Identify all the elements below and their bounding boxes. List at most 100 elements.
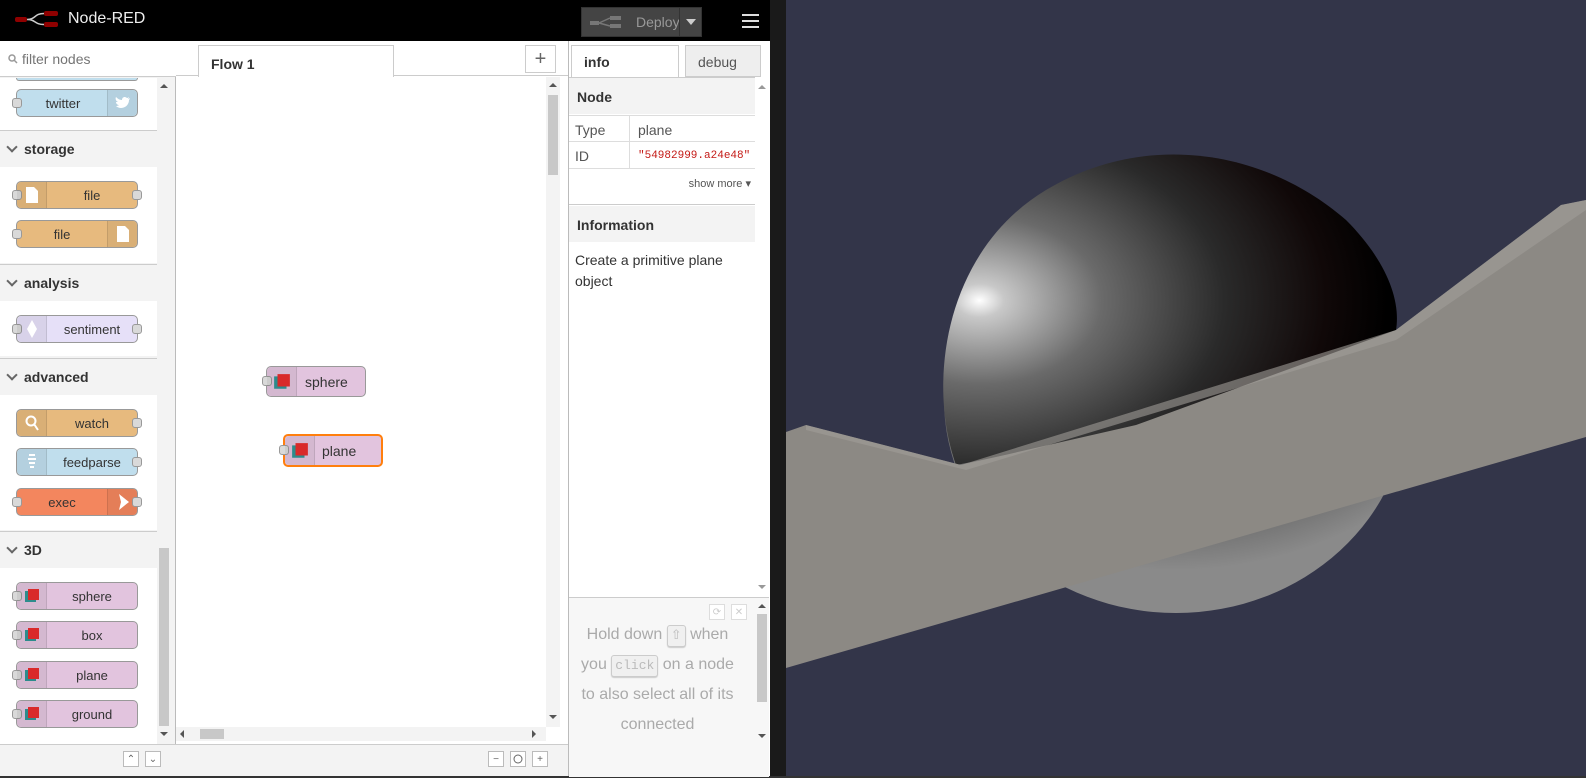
expand-all-button[interactable]: ⌄ — [145, 751, 161, 767]
node-label: sphere — [305, 373, 348, 390]
output-port — [132, 418, 142, 428]
canvas-horizontal-scrollbar[interactable] — [176, 727, 546, 741]
category-label: storage — [24, 140, 75, 157]
tips-panel: ⟳ ✕ Hold down ⇧ when you click on a node… — [569, 597, 769, 777]
scroll-thumb[interactable] — [200, 729, 224, 739]
node-label: ground — [71, 706, 113, 722]
palette-node-watch[interactable]: watch — [16, 409, 142, 437]
tab-flow-1[interactable]: Flow 1 — [198, 45, 394, 77]
zoom-out-button[interactable]: − — [488, 751, 504, 767]
canvas-vertical-scrollbar[interactable] — [546, 77, 560, 727]
palette-node-plane[interactable]: plane — [12, 661, 138, 689]
main-menu-button[interactable] — [732, 8, 768, 34]
section-title: Information — [577, 217, 654, 233]
section-title: Node — [577, 89, 612, 105]
scroll-down-icon[interactable] — [548, 713, 558, 721]
node-description: Create a primitive plane object — [575, 252, 723, 289]
3d-viewport[interactable] — [786, 0, 1586, 776]
palette-search — [0, 41, 176, 77]
chevron-down-icon — [6, 541, 18, 554]
sidebar: info debug Node Type plane ID "54982999.… — [568, 41, 770, 777]
palette-category-analysis: sentiment — [0, 301, 157, 356]
workspace-node-sphere[interactable]: sphere — [262, 366, 366, 397]
filter-nodes-input[interactable] — [22, 50, 162, 67]
palette-node-feedparse[interactable]: feedparse — [16, 448, 142, 476]
deploy-icon — [590, 16, 621, 28]
tab-label: Flow 1 — [211, 56, 255, 72]
node-label: box — [81, 627, 103, 643]
scroll-thumb[interactable] — [159, 548, 169, 726]
scroll-thumb[interactable] — [757, 614, 767, 702]
info-panel: Node Type plane ID "54982999.a24e48" sho… — [569, 77, 755, 597]
magnifier-icon — [17, 410, 47, 436]
feed-icon — [17, 449, 47, 475]
category-header-storage[interactable]: storage — [0, 130, 157, 166]
plus-icon: + — [534, 47, 547, 70]
deploy-label: Deploy — [636, 14, 680, 30]
palette-category-3d: sphere box plane ground — [0, 568, 157, 744]
palette-node-exec[interactable]: exec — [12, 488, 142, 516]
deploy-button[interactable]: Deploy — [581, 7, 702, 37]
tab-info[interactable]: info — [571, 45, 679, 77]
node-label: plane — [76, 667, 108, 683]
palette-node-ground[interactable]: ground — [12, 700, 138, 728]
scroll-thumb[interactable] — [548, 95, 558, 175]
cube-icon — [17, 583, 47, 609]
scroll-up-icon[interactable] — [757, 83, 767, 91]
hamburger-bar — [741, 26, 759, 28]
info-scrollbar[interactable] — [755, 77, 769, 597]
scroll-up-icon[interactable] — [159, 82, 169, 90]
output-port — [132, 457, 142, 467]
scroll-left-icon[interactable] — [178, 729, 186, 739]
deploy-options-button[interactable] — [679, 8, 701, 36]
node-label: twitter — [45, 95, 81, 111]
category-header-3d[interactable]: 3D — [0, 531, 157, 567]
zoom-reset-button[interactable] — [510, 751, 526, 767]
palette-scrollbar[interactable] — [158, 78, 170, 744]
app-title: Node-RED — [68, 10, 146, 27]
divider — [569, 204, 755, 205]
flow-canvas[interactable]: sphere plane — [176, 77, 546, 727]
3d-scene — [786, 154, 1586, 668]
output-port — [132, 497, 142, 507]
scroll-down-icon[interactable] — [757, 583, 767, 591]
tab-label: info — [584, 54, 610, 70]
add-flow-button[interactable]: + — [525, 45, 556, 73]
category-header-analysis[interactable]: analysis — [0, 264, 157, 300]
palette-node-file-out[interactable]: file — [12, 220, 138, 248]
palette-footer: ⌃ ⌄ — [0, 744, 176, 776]
workspace: Flow 1 + sphere plane − + — [176, 41, 568, 776]
prop-value: "54982999.a24e48" — [629, 142, 755, 169]
scroll-up-icon[interactable] — [757, 602, 767, 610]
workspace-footer: − + — [176, 744, 568, 776]
refresh-tip-button[interactable]: ⟳ — [709, 604, 725, 620]
click-key: click — [611, 655, 659, 677]
category-label: analysis — [24, 274, 80, 291]
zoom-in-button[interactable]: + — [532, 751, 548, 767]
tip-part: Hold down — [586, 626, 663, 643]
node-label: exec — [48, 494, 76, 510]
scroll-right-icon[interactable] — [530, 729, 538, 739]
palette-node-sphere[interactable]: sphere — [12, 582, 138, 610]
scroll-down-icon[interactable] — [159, 730, 169, 738]
tip-scrollbar[interactable] — [755, 598, 769, 778]
node-red-logo-icon — [15, 11, 58, 27]
caret-down-icon: ▾ — [745, 178, 751, 190]
workspace-node-plane[interactable]: plane — [279, 434, 383, 467]
collapse-all-button[interactable]: ⌃ — [123, 751, 139, 767]
tab-debug[interactable]: debug — [685, 45, 761, 77]
hamburger-icon — [741, 14, 759, 16]
scroll-up-icon[interactable] — [548, 81, 558, 89]
category-header-advanced[interactable]: advanced — [0, 358, 157, 394]
tab-label: debug — [698, 54, 737, 70]
close-tip-button[interactable]: ✕ — [731, 604, 747, 620]
palette-node-box[interactable]: box — [12, 621, 138, 649]
palette-node-sentiment[interactable]: sentiment — [12, 315, 142, 343]
chevron-down-icon — [6, 368, 18, 381]
scroll-down-icon[interactable] — [757, 732, 767, 740]
node-label: sentiment — [63, 321, 121, 337]
palette-node-twitter[interactable]: twitter — [12, 89, 138, 117]
show-more-link[interactable]: show more ▾ — [689, 177, 751, 190]
palette-node-file-in[interactable]: file — [12, 181, 142, 209]
node-label: file — [83, 187, 101, 203]
